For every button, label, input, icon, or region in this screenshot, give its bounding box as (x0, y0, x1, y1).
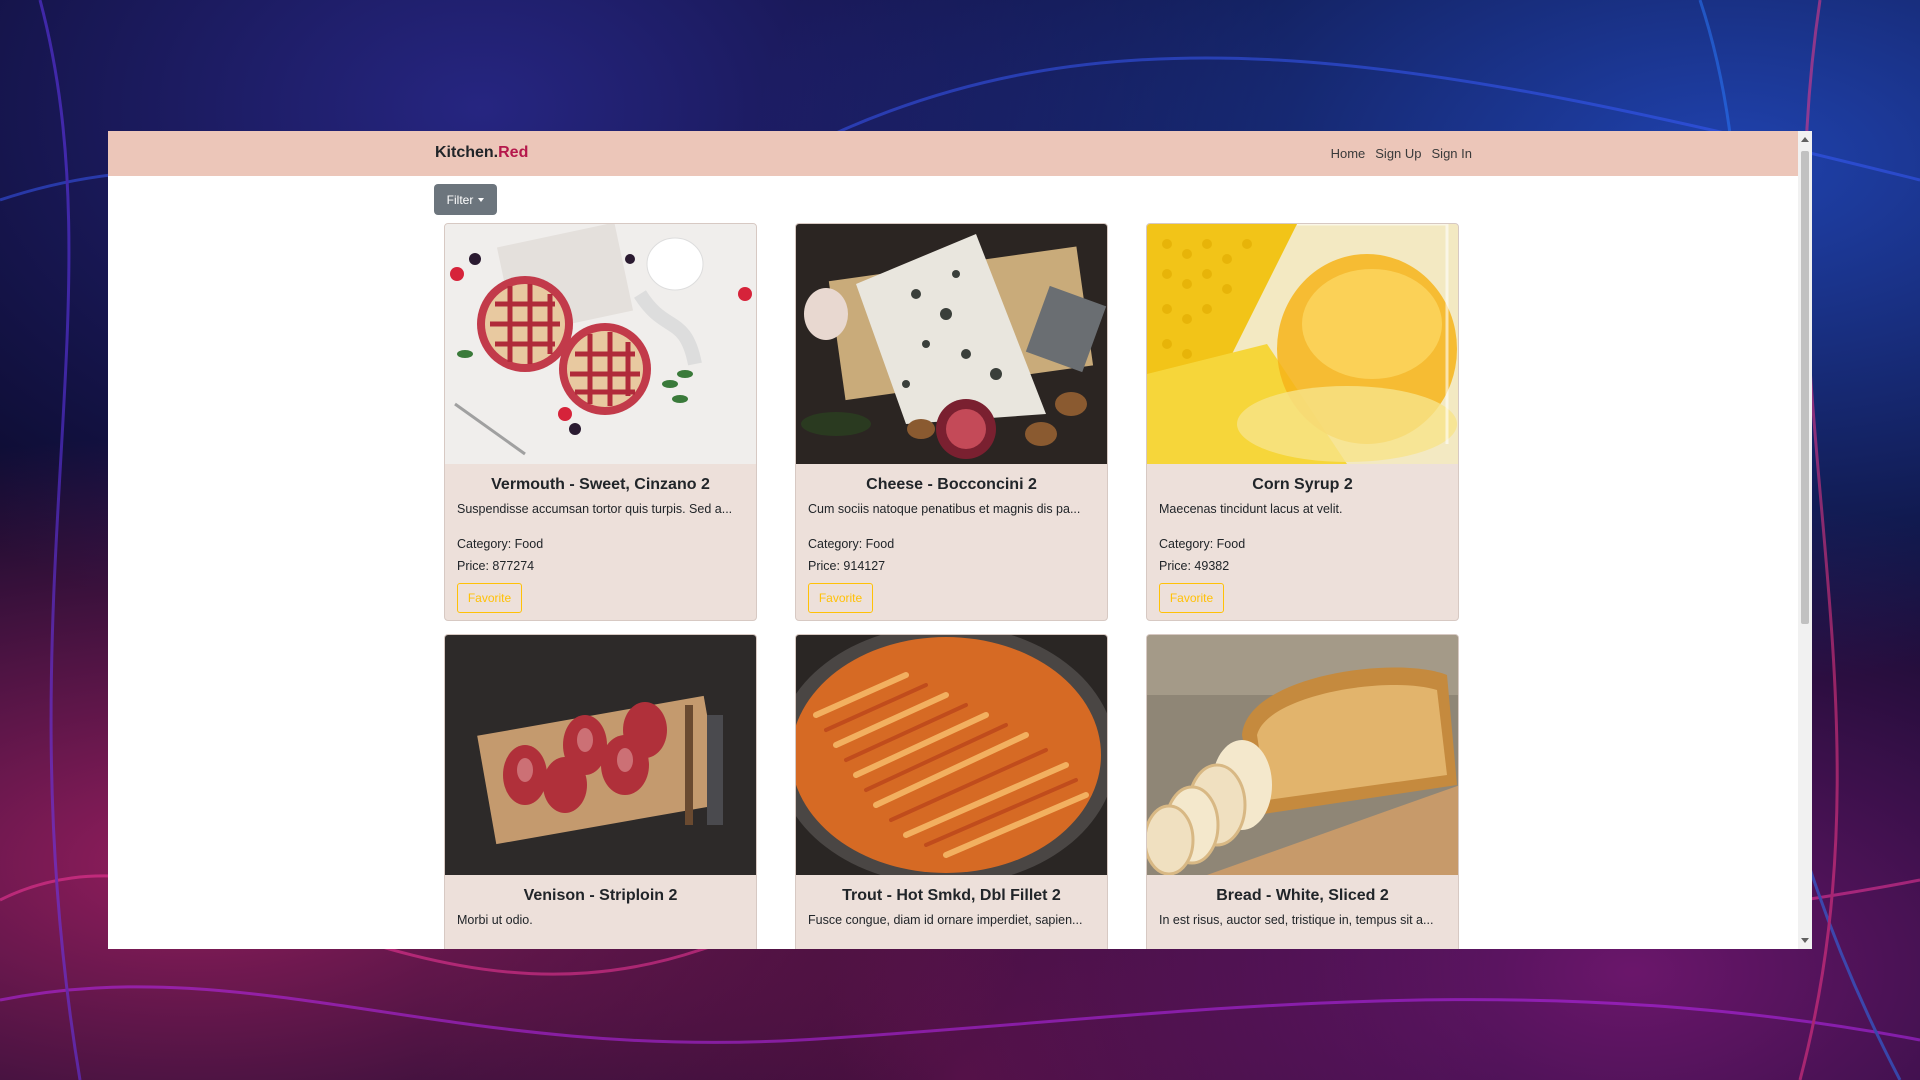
navbar: Kitchen.Red Home Sign Up Sign In (108, 131, 1798, 176)
product-description: Fusce congue, diam id ornare imperdiet, … (808, 913, 1083, 927)
product-title: Vermouth - Sweet, Cinzano 2 (491, 476, 710, 493)
favorite-button[interactable]: Favorite (808, 583, 873, 613)
meat-photo (445, 635, 756, 875)
scroll-thumb[interactable] (1801, 151, 1809, 624)
product-title: Cheese - Bocconcini 2 (866, 476, 1037, 493)
product-card: Corn Syrup 2 Maecenas tincidunt lacus at… (1146, 223, 1459, 621)
product-category: Category: Food (457, 537, 544, 551)
product-price: Price: 914127 (808, 559, 886, 573)
nav-links: Home Sign Up Sign In (1331, 146, 1472, 161)
product-price: Price: 877274 (457, 559, 535, 573)
product-description: Maecenas tincidunt lacus at velit. (1159, 502, 1343, 516)
product-title: Venison - Striploin 2 (523, 887, 678, 904)
brand-name: Kitchen. (435, 144, 499, 161)
pie-photo (445, 224, 756, 464)
vertical-scrollbar[interactable] (1798, 131, 1812, 949)
caret-down-icon (478, 198, 485, 202)
browser-window: Kitchen.Red Home Sign Up Sign In Filter (108, 131, 1812, 949)
product-card: Trout - Hot Smkd, Dbl Fillet 2 Fusce con… (795, 634, 1108, 949)
product-card: Vermouth - Sweet, Cinzano 2 Suspendisse … (444, 223, 757, 621)
fish-photo (796, 635, 1107, 875)
filter-dropdown-button[interactable]: Filter (434, 184, 497, 215)
nav-signin-link[interactable]: Sign In (1432, 146, 1472, 161)
favorite-button[interactable]: Favorite (1159, 583, 1224, 613)
product-title: Corn Syrup 2 (1252, 476, 1353, 493)
product-card: Bread - White, Sliced 2 In est risus, au… (1146, 634, 1459, 949)
product-description: Morbi ut odio. (457, 913, 533, 927)
filter-label: Filter (446, 192, 474, 207)
cheese-photo (796, 224, 1107, 464)
product-price: Price: 49382 (1159, 559, 1230, 573)
bread-photo (1147, 635, 1458, 875)
brand-accent: Red (498, 144, 529, 161)
scroll-down-arrow-icon[interactable] (1801, 938, 1809, 943)
product-card: Venison - Striploin 2 Morbi ut odio. (444, 634, 757, 949)
product-title: Trout - Hot Smkd, Dbl Fillet 2 (842, 887, 1061, 904)
corn-photo (1147, 224, 1458, 464)
product-card: Cheese - Bocconcini 2 Cum sociis natoque… (795, 223, 1108, 621)
scroll-up-arrow-icon[interactable] (1801, 137, 1809, 142)
product-title: Bread - White, Sliced 2 (1216, 887, 1389, 904)
nav-signup-link[interactable]: Sign Up (1375, 146, 1421, 161)
product-description: Cum sociis natoque penatibus et magnis d… (808, 502, 1081, 516)
product-category: Category: Food (808, 537, 895, 551)
product-description: Suspendisse accumsan tortor quis turpis.… (457, 502, 733, 516)
product-description: In est risus, auctor sed, tristique in, … (1159, 913, 1434, 927)
product-category: Category: Food (1159, 537, 1246, 551)
nav-home-link[interactable]: Home (1331, 146, 1366, 161)
favorite-button[interactable]: Favorite (457, 583, 522, 613)
brand-logo[interactable]: Kitchen.Red (435, 144, 528, 162)
